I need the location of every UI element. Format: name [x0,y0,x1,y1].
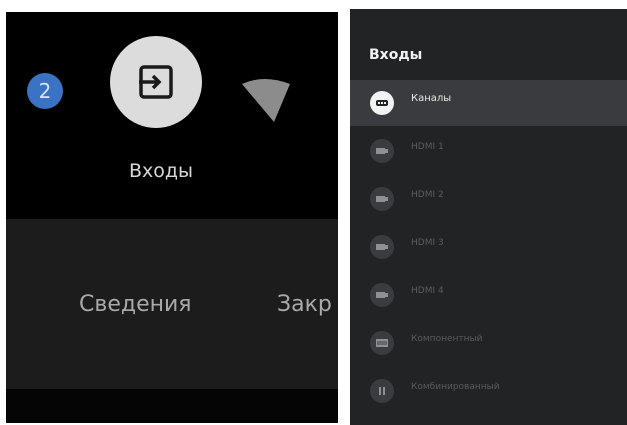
hdmi-icon [370,139,394,163]
hdmi-icon [370,283,394,307]
component-icon [370,331,394,355]
tv-channels-icon [370,91,394,115]
input-item-hdmi-2[interactable]: HDMI 2 [350,176,627,222]
hdmi-icon [370,235,394,259]
menu-item-close[interactable]: Закр [277,292,332,317]
input-item-label: Комбинированный [411,382,500,392]
inputs-button[interactable] [110,36,202,128]
inputs-panel: Входы Каналы HDMI 1 HDMI 2 HDMI 3 HDMI 4 [350,9,627,425]
input-item-label: HDMI 3 [411,238,444,248]
inputs-label: Входы [128,160,194,182]
bottom-strip [6,389,338,423]
input-item-hdmi-3[interactable]: HDMI 3 [350,224,627,270]
input-item-label: HDMI 2 [411,190,444,200]
input-item-hdmi-4[interactable]: HDMI 4 [350,272,627,318]
input-item-label: HDMI 1 [411,142,444,152]
input-item-label: Каналы [411,93,452,104]
composite-icon [370,379,394,403]
input-item-label: Компонентный [411,334,483,344]
input-item-channels[interactable]: Каналы [350,80,627,126]
input-item-composite[interactable]: Комбинированный [350,368,627,414]
hdmi-icon [370,187,394,211]
network-icon[interactable] [236,72,292,128]
menu-item-info[interactable]: Сведения [79,292,192,317]
panel-title: Входы [369,47,423,63]
input-item-label: HDMI 4 [411,286,444,296]
input-item-hdmi-1[interactable]: HDMI 1 [350,128,627,174]
input-source-icon [139,65,173,99]
input-item-component[interactable]: Компонентный [350,320,627,366]
notification-badge[interactable]: 2 [27,73,63,109]
tv-home-panel: 2 Входы Сведения Закр [6,12,338,423]
